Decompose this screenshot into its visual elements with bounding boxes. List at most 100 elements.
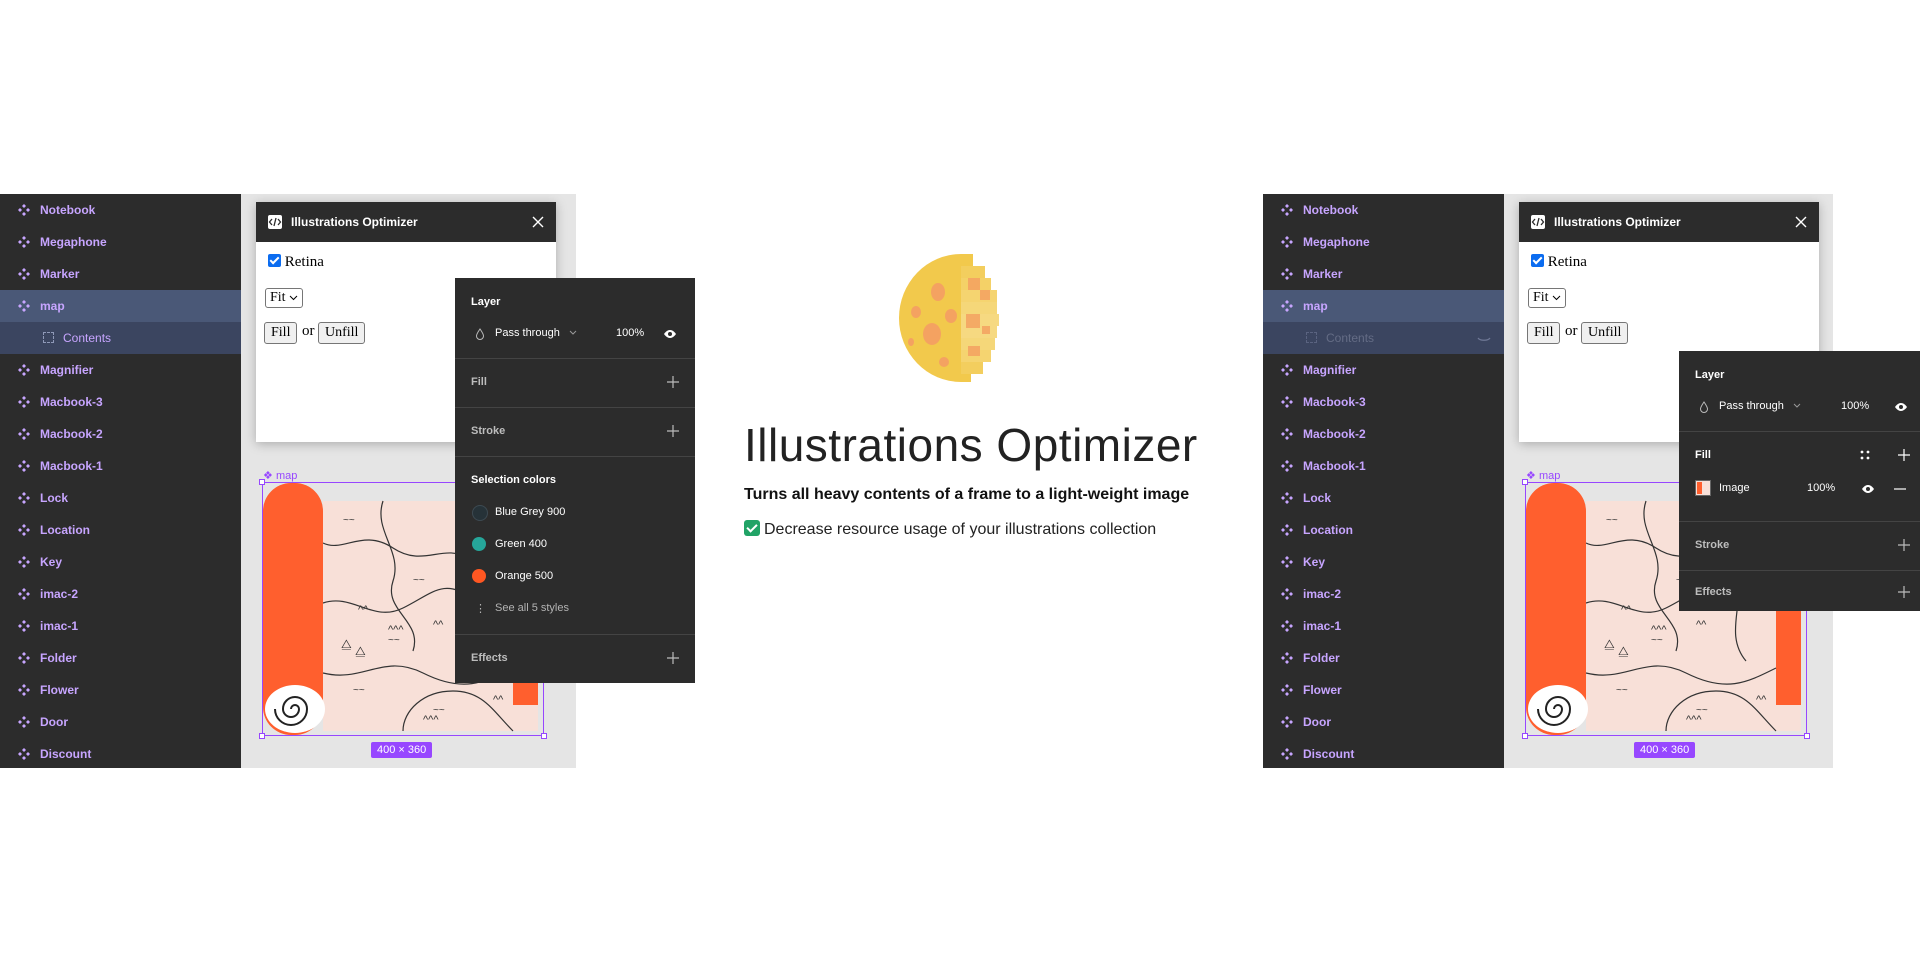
stroke-title: Stroke <box>1695 539 1730 551</box>
component-icon <box>1281 300 1293 312</box>
layer-item-discount[interactable]: Discount <box>0 738 241 768</box>
remove-fill-icon[interactable] <box>1894 483 1906 495</box>
effects-title: Effects <box>471 652 508 664</box>
add-fill-icon[interactable] <box>667 376 679 388</box>
layer-item-megaphone[interactable]: Megaphone <box>1263 226 1504 258</box>
image-fill-thumbnail[interactable] <box>1695 480 1711 496</box>
add-stroke-icon[interactable] <box>667 425 679 437</box>
fill-button[interactable]: Fill <box>264 322 298 344</box>
layer-item-map[interactable]: map <box>1263 290 1504 322</box>
add-fill-icon[interactable] <box>1898 449 1910 461</box>
layer-item-lock[interactable]: Lock <box>1263 482 1504 514</box>
layer-item-marker[interactable]: Marker <box>1263 258 1504 290</box>
resize-handle[interactable] <box>1522 733 1528 739</box>
layer-item-location[interactable]: Location <box>0 514 241 546</box>
eye-icon[interactable] <box>1894 401 1908 413</box>
layer-item-magnifier[interactable]: Magnifier <box>0 354 241 386</box>
layer-label: Macbook-3 <box>40 395 103 409</box>
layer-item-door[interactable]: Door <box>1263 706 1504 738</box>
layer-label: Discount <box>1303 747 1355 761</box>
component-icon <box>18 396 30 408</box>
fit-select[interactable]: Fit <box>265 288 304 308</box>
layer-item-imac-1[interactable]: imac-1 <box>1263 610 1504 642</box>
layer-item-magnifier[interactable]: Magnifier <box>1263 354 1504 386</box>
hero-point-text: Decrease resource usage of your illustra… <box>764 521 1157 538</box>
add-effect-icon[interactable] <box>667 652 679 664</box>
close-icon[interactable] <box>530 214 546 230</box>
layer-item-key[interactable]: Key <box>0 546 241 578</box>
layer-item-lock[interactable]: Lock <box>0 482 241 514</box>
layer-item-flower[interactable]: Flower <box>0 674 241 706</box>
fill-title: Fill <box>471 376 487 388</box>
color-name[interactable]: Orange 500 <box>495 570 553 582</box>
chevron-down-icon <box>569 330 577 335</box>
layer-item-map[interactable]: map <box>0 290 241 322</box>
unfill-button[interactable]: Unfill <box>1581 322 1629 344</box>
add-stroke-icon[interactable] <box>1898 539 1910 551</box>
layer-item-contents[interactable]: Contents <box>0 322 241 354</box>
plugin-titlebar: Illustrations Optimizer <box>256 202 556 242</box>
layer-item-flower[interactable]: Flower <box>1263 674 1504 706</box>
retina-option[interactable]: Retina <box>268 254 324 271</box>
layer-opacity[interactable]: 100% <box>616 327 644 339</box>
layer-label: Macbook-1 <box>1303 459 1366 473</box>
see-all-styles-link[interactable]: See all 5 styles <box>495 602 569 614</box>
layer-item-imac-2[interactable]: imac-2 <box>1263 578 1504 610</box>
layer-item-imac-2[interactable]: imac-2 <box>0 578 241 610</box>
layer-opacity[interactable]: 100% <box>1841 400 1869 412</box>
layer-item-marker[interactable]: Marker <box>0 258 241 290</box>
styles-grid-icon[interactable] <box>1859 449 1871 461</box>
layer-item-location[interactable]: Location <box>1263 514 1504 546</box>
layer-item-folder[interactable]: Folder <box>0 642 241 674</box>
fit-select[interactable]: Fit <box>1528 288 1567 308</box>
retina-checkbox[interactable] <box>268 254 281 267</box>
close-icon[interactable] <box>1793 214 1809 230</box>
layer-label: Magnifier <box>1303 363 1357 377</box>
eye-icon[interactable] <box>1861 483 1875 495</box>
retina-option[interactable]: Retina <box>1531 254 1587 271</box>
blend-mode[interactable]: Pass through <box>1719 400 1784 412</box>
layer-item-notebook[interactable]: Notebook <box>0 194 241 226</box>
color-name[interactable]: Green 400 <box>495 538 547 550</box>
component-icon <box>1281 268 1293 280</box>
eye-icon[interactable] <box>663 328 677 340</box>
resize-handle[interactable] <box>259 733 265 739</box>
layer-item-notebook[interactable]: Notebook <box>1263 194 1504 226</box>
layer-item-macbook-3[interactable]: Macbook-3 <box>0 386 241 418</box>
fill-opacity[interactable]: 100% <box>1807 482 1835 494</box>
layer-item-contents-hidden[interactable]: Contents <box>1263 322 1504 354</box>
color-swatch[interactable] <box>472 569 486 583</box>
chevron-down-icon <box>289 295 298 301</box>
blend-mode[interactable]: Pass through <box>495 327 560 339</box>
frame-label-text: map <box>1538 470 1561 482</box>
layer-item-macbook-1[interactable]: Macbook-1 <box>0 450 241 482</box>
layer-item-megaphone[interactable]: Megaphone <box>0 226 241 258</box>
layer-item-door[interactable]: Door <box>0 706 241 738</box>
layer-item-imac-1[interactable]: imac-1 <box>0 610 241 642</box>
resize-handle[interactable] <box>259 479 265 485</box>
fill-button[interactable]: Fill <box>1527 322 1561 344</box>
retina-checkbox[interactable] <box>1531 254 1544 267</box>
svg-text:^^^: ^^^ <box>1651 624 1667 636</box>
component-icon <box>1281 492 1293 504</box>
add-effect-icon[interactable] <box>1898 586 1910 598</box>
layer-item-macbook-2[interactable]: Macbook-2 <box>1263 418 1504 450</box>
color-name[interactable]: Blue Grey 900 <box>495 506 565 518</box>
layer-label: imac-1 <box>40 619 79 633</box>
layer-item-discount[interactable]: Discount <box>1263 738 1504 768</box>
resize-handle[interactable] <box>541 733 547 739</box>
layer-item-folder[interactable]: Folder <box>1263 642 1504 674</box>
color-swatch[interactable] <box>472 505 488 521</box>
eye-closed-icon[interactable] <box>1476 330 1492 346</box>
resize-handle[interactable] <box>1522 479 1528 485</box>
fill-type[interactable]: Image <box>1719 482 1750 494</box>
unfill-button[interactable]: Unfill <box>318 322 366 344</box>
layer-item-macbook-1[interactable]: Macbook-1 <box>1263 450 1504 482</box>
layer-item-macbook-3[interactable]: Macbook-3 <box>1263 386 1504 418</box>
layer-item-macbook-2[interactable]: Macbook-2 <box>0 418 241 450</box>
color-swatch[interactable] <box>472 537 486 551</box>
resize-handle[interactable] <box>1804 733 1810 739</box>
svg-text:⧋: ⧋ <box>355 644 366 658</box>
layer-label: Lock <box>40 491 69 505</box>
layer-item-key[interactable]: Key <box>1263 546 1504 578</box>
